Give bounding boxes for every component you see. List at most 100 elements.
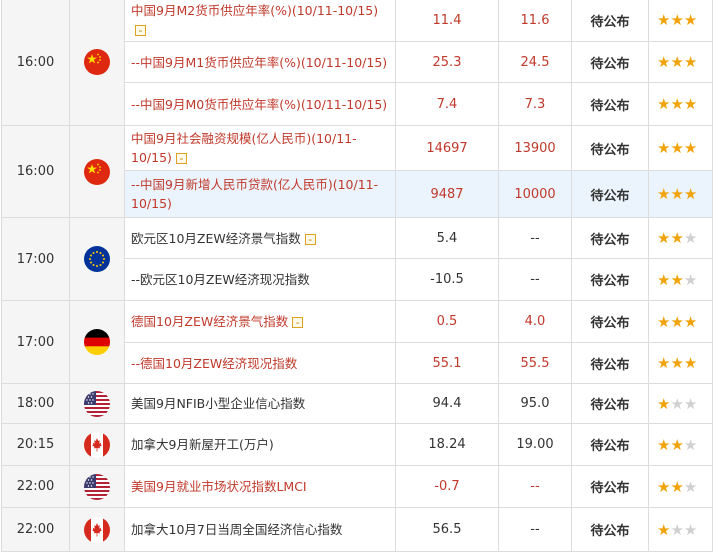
indicator-name[interactable]: 欧元区10月ZEW经济景气指数 — [131, 231, 301, 246]
star-filled-icon: ★ — [657, 477, 671, 496]
star-filled-icon: ★ — [670, 477, 684, 496]
importance-rating: ★★★ — [648, 383, 713, 424]
previous-value: -0.7 — [395, 465, 499, 508]
usa-flag-icon — [84, 473, 110, 500]
previous-value: 55.1 — [395, 342, 499, 384]
economic-calendar-table: 16:00 中国9月M2货币供应年率(%)(10/11-10/15) - 11.4 11… — [1, 0, 713, 552]
importance-rating: ★★★ — [648, 217, 713, 259]
collapse-toggle-button[interactable]: - — [304, 233, 316, 245]
forecast-value: 4.0 — [498, 300, 572, 343]
star-filled-icon: ★ — [657, 53, 671, 71]
indicator-name[interactable]: --德国10月ZEW经济现况指数 — [131, 356, 297, 371]
table-row: 16:00 中国9月社会融资规模(亿人民币)(10/11-10/15) -14697… — [1, 125, 713, 218]
indicator-name[interactable]: --中国9月新增人民币贷款(亿人民币)(10/11-10/15) — [131, 177, 378, 211]
forecast-value: 10000 — [498, 170, 572, 218]
country-flag-cell — [69, 383, 125, 424]
importance-rating: ★★★ — [648, 423, 713, 466]
eu-flag-icon — [84, 246, 110, 272]
indicator-name-cell[interactable]: --欧元区10月ZEW经济现况指数 — [124, 258, 396, 301]
table-row: 17:00 德国10月ZEW经济景气指数 -0.5 4.0 待公布 ★★★ — [1, 300, 713, 384]
collapse-toggle-button[interactable]: - — [292, 317, 304, 328]
indicator-name-cell[interactable]: 中国9月M2货币供应年率(%)(10/11-10/15) - — [124, 0, 396, 42]
event-time: 18:00 — [1, 383, 70, 424]
indicator-name[interactable]: --中国9月M0货币供应年率(%)(10/11-10/15) — [131, 97, 387, 112]
indicator-name[interactable]: 中国9月社会融资规模(亿人民币)(10/11-10/15) — [131, 131, 357, 165]
star-filled-icon: ★ — [657, 354, 671, 372]
previous-value: 9487 — [395, 170, 499, 218]
importance-rating: ★★★ — [648, 300, 713, 343]
indicator-name-cell[interactable]: 中国9月社会融资规模(亿人民币)(10/11-10/15) - — [124, 125, 396, 171]
star-empty-icon: ★ — [683, 435, 698, 454]
usa-flag-icon — [84, 390, 110, 417]
star-empty-icon: ★ — [683, 270, 698, 289]
star-filled-icon: ★ — [683, 95, 698, 113]
forecast-value: 95.0 — [498, 383, 572, 424]
indicator-name-cell[interactable]: 美国9月就业市场状况指数LMCI — [124, 465, 396, 508]
forecast-value: -- — [498, 507, 572, 552]
importance-rating: ★★★ — [648, 258, 713, 301]
actual-status: 待公布 — [571, 82, 649, 126]
actual-status: 待公布 — [571, 423, 649, 466]
star-filled-icon: ★ — [657, 229, 671, 247]
table-row: 22:00 美国9月就业市场状况指数LMCI -0.7 -- 待公布 ★★★ — [1, 465, 713, 508]
actual-status: 待公布 — [571, 300, 649, 343]
country-flag-cell — [69, 0, 125, 126]
event-time: 16:00 — [1, 0, 70, 126]
indicator-name[interactable]: --欧元区10月ZEW经济现况指数 — [131, 272, 310, 287]
previous-value: 7.4 — [395, 82, 499, 126]
forecast-value: -- — [498, 217, 572, 259]
importance-rating: ★★★ — [648, 342, 713, 384]
star-filled-icon: ★ — [670, 185, 684, 203]
indicator-name[interactable]: 加拿大10月7日当周全国经济信心指数 — [131, 522, 342, 537]
indicator-name[interactable]: --中国9月M1货币供应年率(%)(10/11-10/15) — [131, 55, 387, 70]
indicator-name-cell[interactable]: 德国10月ZEW经济景气指数 - — [124, 300, 396, 343]
previous-value: 18.24 — [395, 423, 499, 466]
country-flag-cell — [69, 507, 125, 552]
actual-status: 待公布 — [571, 125, 649, 171]
indicator-name[interactable]: 美国9月就业市场状况指数LMCI — [131, 479, 307, 494]
importance-rating: ★★★ — [648, 82, 713, 126]
star-filled-icon: ★ — [657, 11, 671, 29]
indicator-name-cell[interactable]: --中国9月M1货币供应年率(%)(10/11-10/15) — [124, 41, 396, 83]
china-flag-icon — [84, 158, 110, 185]
previous-value: 56.5 — [395, 507, 499, 552]
star-filled-icon: ★ — [670, 53, 684, 71]
star-filled-icon: ★ — [670, 435, 684, 454]
star-filled-icon: ★ — [657, 394, 671, 413]
actual-status: 待公布 — [571, 258, 649, 301]
star-empty-icon: ★ — [683, 229, 698, 247]
indicator-name-cell[interactable]: 欧元区10月ZEW经济景气指数 - — [124, 217, 396, 259]
star-filled-icon: ★ — [657, 312, 671, 331]
indicator-name-cell[interactable]: 加拿大10月7日当周全国经济信心指数 — [124, 507, 396, 552]
previous-value: 11.4 — [395, 0, 499, 42]
previous-value: 25.3 — [395, 41, 499, 83]
importance-rating: ★★★ — [648, 170, 713, 218]
star-filled-icon: ★ — [683, 53, 698, 71]
star-filled-icon: ★ — [683, 312, 698, 331]
indicator-name-cell[interactable]: 加拿大9月新屋开工(万户) — [124, 423, 396, 466]
table-row: 17:00 欧元区10月ZEW经济景气指数 -5.4 -- 待公布 ★★★ — [1, 217, 713, 301]
indicator-name-cell[interactable]: 美国9月NFIB小型企业信心指数 — [124, 383, 396, 424]
indicator-name[interactable]: 德国10月ZEW经济景气指数 — [131, 314, 288, 329]
collapse-toggle-button[interactable]: - — [175, 153, 187, 164]
forecast-value: -- — [498, 465, 572, 508]
star-filled-icon: ★ — [683, 354, 698, 372]
indicator-name-cell[interactable]: --中国9月M0货币供应年率(%)(10/11-10/15) — [124, 82, 396, 126]
previous-value: -10.5 — [395, 258, 499, 301]
country-flag-cell — [69, 217, 125, 301]
indicator-name[interactable]: 中国9月M2货币供应年率(%)(10/11-10/15) — [131, 3, 378, 18]
collapse-toggle-button[interactable]: - — [135, 25, 146, 36]
indicator-name[interactable]: 美国9月NFIB小型企业信心指数 — [131, 396, 305, 411]
indicator-name-cell[interactable]: --中国9月新增人民币贷款(亿人民币)(10/11-10/15) — [124, 170, 396, 218]
importance-rating: ★★★ — [648, 465, 713, 508]
star-filled-icon: ★ — [670, 270, 684, 289]
indicator-name-cell[interactable]: --德国10月ZEW经济现况指数 — [124, 342, 396, 384]
star-filled-icon: ★ — [670, 312, 684, 331]
star-filled-icon: ★ — [683, 11, 698, 29]
star-filled-icon: ★ — [683, 185, 698, 203]
indicator-name[interactable]: 加拿大9月新屋开工(万户) — [131, 437, 274, 452]
actual-status: 待公布 — [571, 507, 649, 552]
canada-flag-icon — [84, 431, 110, 458]
star-filled-icon: ★ — [657, 520, 671, 539]
forecast-value: -- — [498, 258, 572, 301]
